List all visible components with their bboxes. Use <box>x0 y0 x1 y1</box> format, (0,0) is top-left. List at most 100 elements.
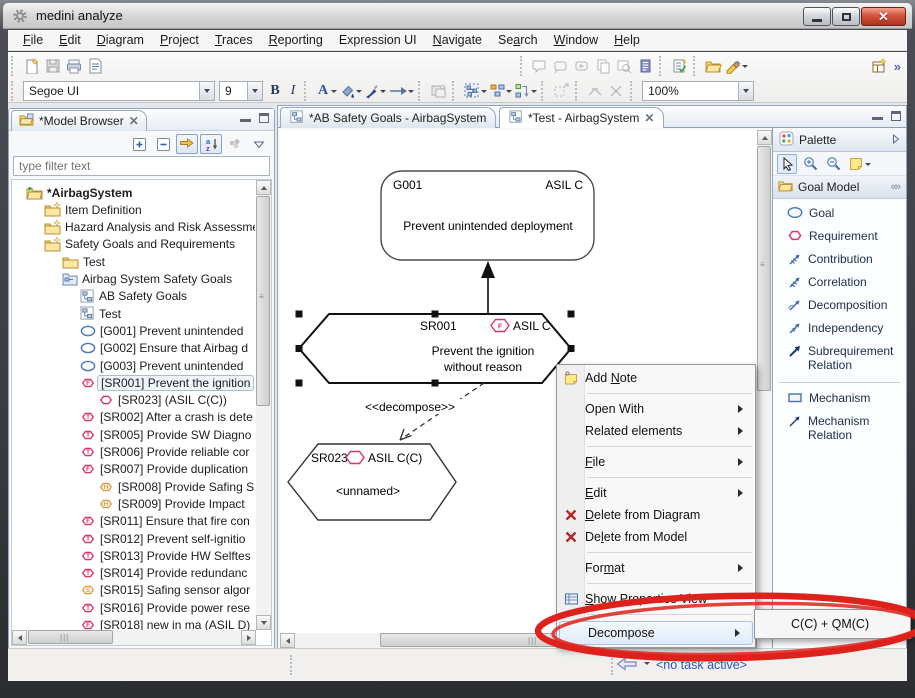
editor-tab-test[interactable]: *Test - AirbagSystem ✕ <box>499 107 664 128</box>
font-family-combo[interactable]: Segoe UI <box>23 81 215 101</box>
sort-alphabetical-icon[interactable]: az <box>200 134 222 154</box>
toolbar-grip[interactable] <box>418 81 425 101</box>
task-dropdown-icon[interactable] <box>644 662 650 668</box>
marker-icon[interactable] <box>725 58 748 74</box>
tree-vscrollbar[interactable]: ≡ <box>256 180 271 630</box>
tree-item[interactable]: T[SR006] Provide reliable cor <box>80 444 255 461</box>
tree-item[interactable]: F[SR007] Provide duplication <box>80 461 255 478</box>
menu-diagram[interactable]: Diagram <box>89 31 152 49</box>
menu-navigate[interactable]: Navigate <box>425 31 490 49</box>
font-size-combo[interactable]: 9 <box>219 81 263 101</box>
tree-item[interactable]: T[SR014] Provide redundanc <box>80 565 255 582</box>
open-folder-icon[interactable] <box>703 56 724 76</box>
context-menu-file[interactable]: File <box>557 451 755 473</box>
context-menu-delete-from-diagram[interactable]: Delete from Diagram <box>557 504 755 526</box>
palette-item-subrequirement-relation[interactable]: Subrequirement Relation <box>787 343 904 372</box>
tree-item[interactable]: S[SR015] Safing sensor algor <box>80 582 255 599</box>
context-menu-open-with[interactable]: Open With <box>557 398 755 420</box>
menu-project[interactable]: Project <box>152 31 207 49</box>
fill-color-button[interactable] <box>339 83 362 99</box>
view-maximize-icon[interactable] <box>259 113 269 123</box>
tree-item[interactable]: *AirbagSystem <box>26 184 255 201</box>
tree-hscrollbar[interactable]: ||| <box>12 630 256 645</box>
save-icon[interactable] <box>42 56 63 76</box>
toolbar-grip[interactable] <box>630 81 637 101</box>
editor-maximize-icon[interactable] <box>891 111 901 121</box>
tree-item[interactable]: F[SR011] Ensure that fire con <box>80 513 255 530</box>
menu-traces[interactable]: Traces <box>207 31 261 49</box>
layout-button[interactable] <box>514 83 537 99</box>
view-minimize-icon[interactable] <box>240 113 251 122</box>
close-button[interactable]: ✕ <box>861 7 906 26</box>
toolbar-grip[interactable] <box>11 56 18 76</box>
tree-item[interactable]: H[SR008] Provide Safing S <box>98 478 255 495</box>
menu-reporting[interactable]: Reporting <box>261 31 331 49</box>
toolbar-grip[interactable] <box>11 81 18 101</box>
tree-item[interactable]: F[SR001] Prevent the ignition <box>80 374 255 391</box>
palette-item-mechanism[interactable]: Mechanism <box>787 390 904 405</box>
palette-item-contribution[interactable]: Contribution <box>787 251 904 267</box>
tree-item[interactable]: T[SR002] After a crash is dete <box>80 409 255 426</box>
palette-item-independency[interactable]: Independency <box>787 320 904 336</box>
editor-tab-ab-safety-goals[interactable]: *AB Safety Goals - AirbagSystem <box>280 107 496 128</box>
model-browser-tab[interactable]: *Model Browser ✕ <box>11 110 147 131</box>
checklist-icon[interactable] <box>669 56 690 76</box>
line-style-button[interactable] <box>364 83 386 99</box>
context-menu-delete-from-model[interactable]: Delete from Model <box>557 526 755 548</box>
tree-item[interactable]: [G002] Ensure that Airbag d <box>80 340 255 357</box>
arrow-style-button[interactable] <box>388 83 414 99</box>
align-button[interactable] <box>489 83 512 99</box>
toolbar-grip[interactable] <box>452 81 459 101</box>
close-view-icon[interactable]: ✕ <box>129 114 139 128</box>
tree-item[interactable]: Item Definition <box>44 201 255 218</box>
menu-expression-ui[interactable]: Expression UI <box>331 31 425 49</box>
context-menu-decompose[interactable]: Decompose <box>559 621 753 645</box>
bold-button[interactable]: B <box>265 83 285 99</box>
filter-input[interactable] <box>13 156 270 176</box>
tree-item[interactable]: Test <box>62 253 255 270</box>
tree-item[interactable]: AB Safety Goals <box>80 288 255 305</box>
palette-item-mechanism-relation[interactable]: Mechanism Relation <box>787 413 904 442</box>
link-with-editor-icon[interactable] <box>176 134 198 154</box>
back-arrow-icon[interactable] <box>616 656 638 675</box>
select-related-button[interactable] <box>463 82 487 99</box>
menu-search[interactable]: Search <box>490 31 546 49</box>
context-menu-show-properties-view[interactable]: Show Properties View <box>557 588 755 610</box>
tree-item[interactable]: H[SR009] Provide Impact <box>98 495 255 512</box>
perspective-icon[interactable] <box>869 56 890 76</box>
toolbar-grip[interactable] <box>693 56 700 76</box>
canvas-vscrollbar[interactable]: ≡ <box>757 130 772 633</box>
palette-item-correlation[interactable]: Correlation <box>787 274 904 290</box>
minimize-button[interactable] <box>803 7 831 26</box>
expand-all-icon[interactable] <box>128 134 150 154</box>
palette-item-goal[interactable]: Goal <box>787 205 904 220</box>
print-icon[interactable] <box>63 56 84 76</box>
report-icon[interactable] <box>84 56 105 76</box>
toolbar-grip[interactable] <box>541 81 548 101</box>
drawer-pin-icon[interactable]: «» <box>891 181 899 193</box>
menu-file[interactable]: File <box>15 31 51 49</box>
tree-item[interactable]: [G001] Prevent unintended <box>80 322 255 339</box>
toolbar-grip[interactable] <box>520 56 527 76</box>
tree-item[interactable]: Airbag System Safety Goals <box>62 271 255 288</box>
close-tab-icon[interactable]: ✕ <box>644 111 654 125</box>
view-menu-icon[interactable] <box>248 134 270 154</box>
zoom-combo[interactable]: 100% <box>642 81 754 101</box>
tree-item[interactable]: T[SR016] Provide power rese <box>80 599 255 616</box>
new-diagram-icon[interactable] <box>21 56 42 76</box>
maximize-button[interactable] <box>832 7 860 26</box>
tree-item[interactable]: T[SR005] Provide SW Diagno <box>80 426 255 443</box>
italic-button[interactable]: I <box>285 83 301 99</box>
menu-help[interactable]: Help <box>606 31 648 49</box>
zoom-in-tool-icon[interactable] <box>800 154 820 174</box>
editor-minimize-icon[interactable] <box>872 111 883 120</box>
tree-item[interactable]: [SR023] (ASIL C(C)) <box>98 392 255 409</box>
tree-item[interactable]: Hazard Analysis and Risk Assessme <box>44 219 255 236</box>
context-menu-related-elements[interactable]: Related elements <box>557 420 755 442</box>
tree-item[interactable]: [G003] Prevent unintended <box>80 357 255 374</box>
note-tool-icon[interactable] <box>846 154 874 174</box>
decompose-submenu[interactable]: C(C) + QM(C) <box>754 609 911 639</box>
font-color-button[interactable]: A <box>315 83 337 99</box>
context-menu-add-note[interactable]: Add Note <box>557 367 755 389</box>
toolbar-grip[interactable] <box>575 81 582 101</box>
